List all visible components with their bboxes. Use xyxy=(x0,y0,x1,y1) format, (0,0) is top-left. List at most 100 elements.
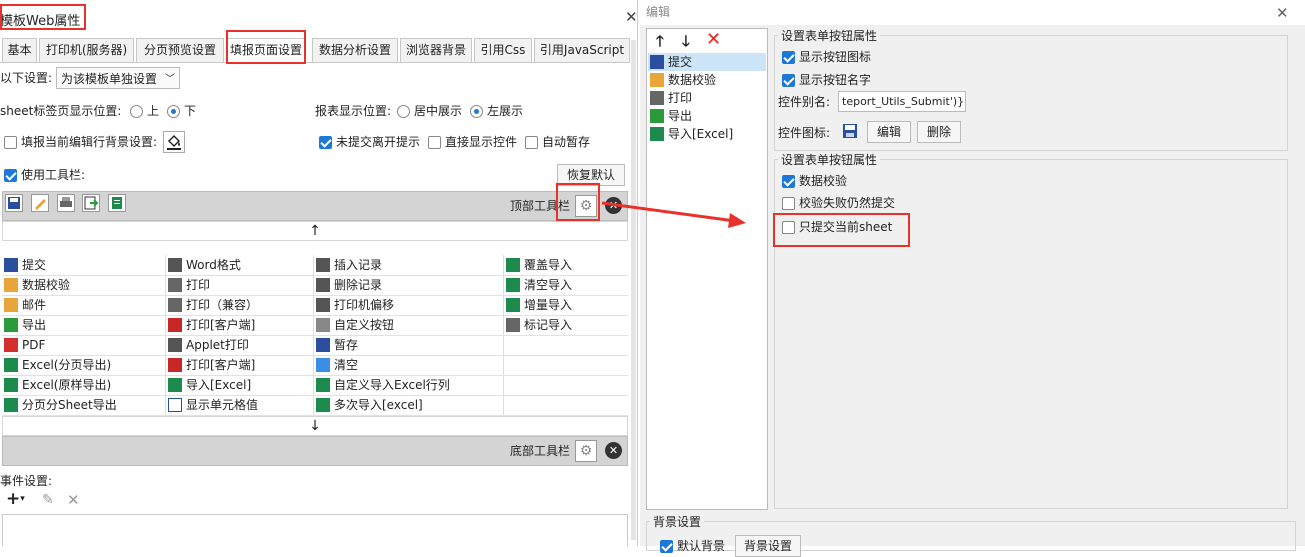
grid-button-item[interactable]: 打印（兼容） xyxy=(166,295,258,315)
grid-item-label: 插入记录 xyxy=(334,258,383,272)
data-check-label: 数据校验 xyxy=(799,174,848,188)
show-icon-label: 显示按钮图标 xyxy=(799,50,872,64)
grid-button-item[interactable]: 自定义导入Excel行列 xyxy=(314,375,450,395)
excel-icon[interactable] xyxy=(108,194,127,212)
grid-item-label: 打印 xyxy=(186,278,211,292)
grid-button-item[interactable]: 清空导入 xyxy=(504,275,572,295)
grid-item-label: 打印机偏移 xyxy=(334,298,395,312)
grid-item-label: 暂存 xyxy=(334,338,359,352)
grid-item-label: 打印[客户端] xyxy=(186,358,256,372)
top-toolbar-label: 顶部工具栏 xyxy=(510,199,571,213)
pencil-icon[interactable] xyxy=(30,194,49,212)
default-bg-checkbox[interactable] xyxy=(660,539,673,553)
data-check-checkbox[interactable] xyxy=(782,174,795,188)
top-toolbar-gear-icon[interactable]: ⚙ xyxy=(575,195,597,217)
close-icon[interactable]: ✕ xyxy=(625,8,638,26)
grid-item-icon xyxy=(4,358,18,372)
grid-item-icon xyxy=(4,318,18,332)
unsubmit-checkbox[interactable] xyxy=(319,135,332,149)
radio-top[interactable] xyxy=(130,104,143,118)
bg-settings-button[interactable]: 背景设置 xyxy=(735,535,801,557)
grid-item-label: 清空 xyxy=(334,358,359,372)
grid-button-item[interactable]: 打印[客户端] xyxy=(166,315,255,335)
icon-edit-button[interactable]: 编辑 xyxy=(867,121,911,143)
button-list-item[interactable]: 数据校验 xyxy=(648,71,766,89)
delete-event-icon[interactable]: ✕ xyxy=(67,491,80,509)
grid-button-item[interactable]: 打印机偏移 xyxy=(314,295,394,315)
list-delete-icon[interactable]: ✕ xyxy=(706,29,721,50)
restore-default-button[interactable]: 恢复默认 xyxy=(557,164,625,186)
fill-bg-checkbox[interactable] xyxy=(4,135,17,149)
grid-button-item[interactable]: 打印 xyxy=(166,275,210,295)
tab-js[interactable]: 引用JavaScript xyxy=(534,38,630,62)
event-list[interactable] xyxy=(2,514,628,546)
button-list-item[interactable]: 打印 xyxy=(648,89,766,107)
submit-sheet-label: 只提交当前sheet xyxy=(799,220,893,234)
fail-submit-checkbox[interactable] xyxy=(782,196,795,210)
tab-fill-page[interactable]: 填报页面设置 xyxy=(226,38,306,63)
default-bg-label: 默认背景 xyxy=(677,539,726,553)
left-dialog: 模板Web属性 ✕ 基本 打印机(服务器) 分页预览设置 填报页面设置 数据分析… xyxy=(0,0,638,546)
top-toolbar: 顶部工具栏 ⚙ ✕ xyxy=(2,191,628,221)
grid-item-icon xyxy=(316,318,330,332)
grid-button-item[interactable]: 覆盖导入 xyxy=(504,255,572,275)
grid-button-item[interactable]: 邮件 xyxy=(2,295,46,315)
show-name-checkbox[interactable] xyxy=(782,73,795,87)
save-icon[interactable] xyxy=(5,194,23,212)
grid-button-item[interactable]: 显示单元格值 xyxy=(166,395,258,415)
show-icon-checkbox[interactable] xyxy=(782,50,795,64)
move-up-row[interactable]: ↑ xyxy=(2,221,628,241)
left-scrollbar[interactable] xyxy=(631,40,636,540)
grid-button-item[interactable]: 导出 xyxy=(2,315,46,335)
button-list-item[interactable]: 提交 xyxy=(648,53,766,71)
tab-printer[interactable]: 打印机(服务器) xyxy=(39,38,134,62)
grid-button-item[interactable]: 自定义按钮 xyxy=(314,315,394,335)
button-list-item[interactable]: 导入[Excel] xyxy=(648,125,766,143)
print-icon[interactable] xyxy=(56,194,75,212)
use-toolbar-checkbox[interactable] xyxy=(4,168,17,182)
bottom-toolbar-close-icon[interactable]: ✕ xyxy=(605,442,622,459)
move-down-row[interactable]: ↓ xyxy=(2,416,628,436)
icon-delete-button[interactable]: 删除 xyxy=(917,121,961,143)
grid-button-item[interactable]: 导入[Excel] xyxy=(166,375,251,395)
button-list-item-icon xyxy=(650,127,664,141)
grid-button-item[interactable]: 暂存 xyxy=(314,335,358,355)
radio-left[interactable] xyxy=(470,104,483,118)
direct-show-checkbox[interactable] xyxy=(428,135,441,149)
radio-bottom[interactable] xyxy=(167,104,180,118)
tab-browser-bg[interactable]: 浏览器背景 xyxy=(400,38,472,62)
setting-select[interactable]: 为该模板单独设置 ﹀ xyxy=(56,67,180,89)
paint-bucket-icon[interactable] xyxy=(163,131,185,153)
grid-button-item[interactable]: 清空 xyxy=(314,355,358,375)
grid-button-item[interactable]: 分页分Sheet导出 xyxy=(2,395,117,415)
grid-button-item[interactable]: 删除记录 xyxy=(314,275,382,295)
grid-item-label: 增量导入 xyxy=(524,298,573,312)
radio-center[interactable] xyxy=(397,104,410,118)
grid-button-item[interactable]: Applet打印 xyxy=(166,335,249,355)
bottom-toolbar-gear-icon[interactable]: ⚙ xyxy=(575,440,597,462)
tab-basic[interactable]: 基本 xyxy=(2,38,37,62)
grid-button-item[interactable]: 标记导入 xyxy=(504,315,572,335)
grid-button-item[interactable]: Excel(分页导出) xyxy=(2,355,111,375)
grid-button-item[interactable]: 数据校验 xyxy=(2,275,70,295)
right-close-icon[interactable]: ✕ xyxy=(1276,4,1289,22)
grid-button-item[interactable]: Word格式 xyxy=(166,255,241,275)
grid-button-item[interactable]: 多次导入[excel] xyxy=(314,395,423,415)
bottom-toolbar: 底部工具栏 ⚙ ✕ xyxy=(2,436,628,466)
tab-css[interactable]: 引用Css xyxy=(474,38,532,62)
tab-data-analysis[interactable]: 数据分析设置 xyxy=(312,38,398,62)
grid-button-item[interactable]: Excel(原样导出) xyxy=(2,375,111,395)
grid-button-item[interactable]: 增量导入 xyxy=(504,295,572,315)
grid-button-item[interactable]: 插入记录 xyxy=(314,255,382,275)
tab-pagination[interactable]: 分页预览设置 xyxy=(136,38,224,62)
button-list-item[interactable]: 导出 xyxy=(648,107,766,125)
grid-button-item[interactable]: PDF xyxy=(2,335,45,355)
submit-sheet-checkbox[interactable] xyxy=(782,220,795,234)
edit-event-icon[interactable]: ✎ xyxy=(42,492,54,508)
grid-button-item[interactable]: 打印[客户端] xyxy=(166,355,255,375)
alias-input[interactable]: teport_Utils_Submit')} xyxy=(838,91,966,112)
autosave-checkbox[interactable] xyxy=(525,135,538,149)
grid-button-item[interactable]: 提交 xyxy=(2,255,46,275)
export-icon[interactable] xyxy=(82,194,101,212)
add-event-icon[interactable]: +▾ xyxy=(6,489,25,509)
